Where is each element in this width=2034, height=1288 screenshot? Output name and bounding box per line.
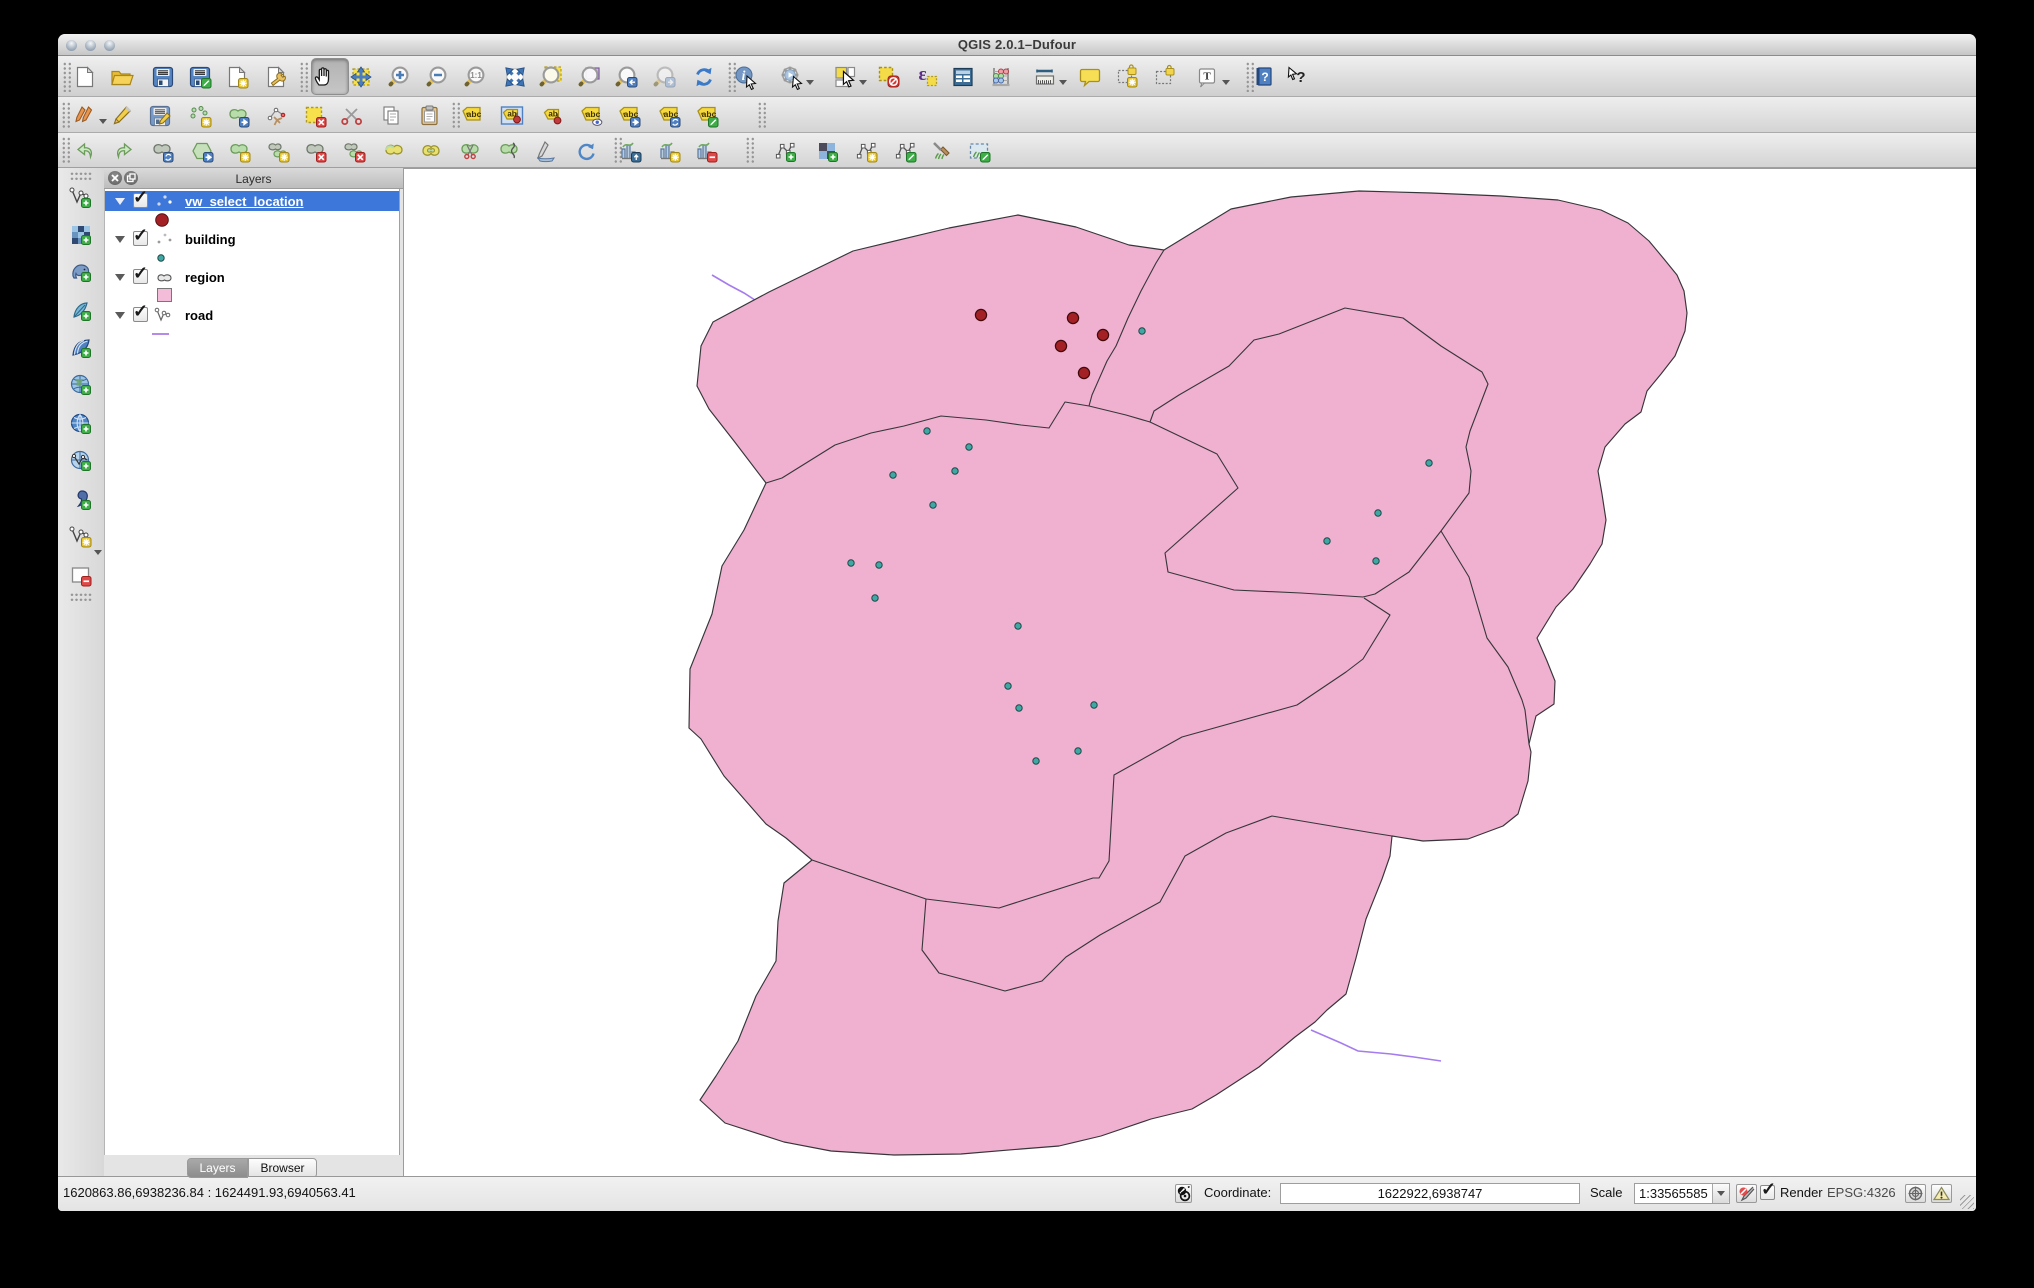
- svg-text:1:1: 1:1: [470, 71, 482, 80]
